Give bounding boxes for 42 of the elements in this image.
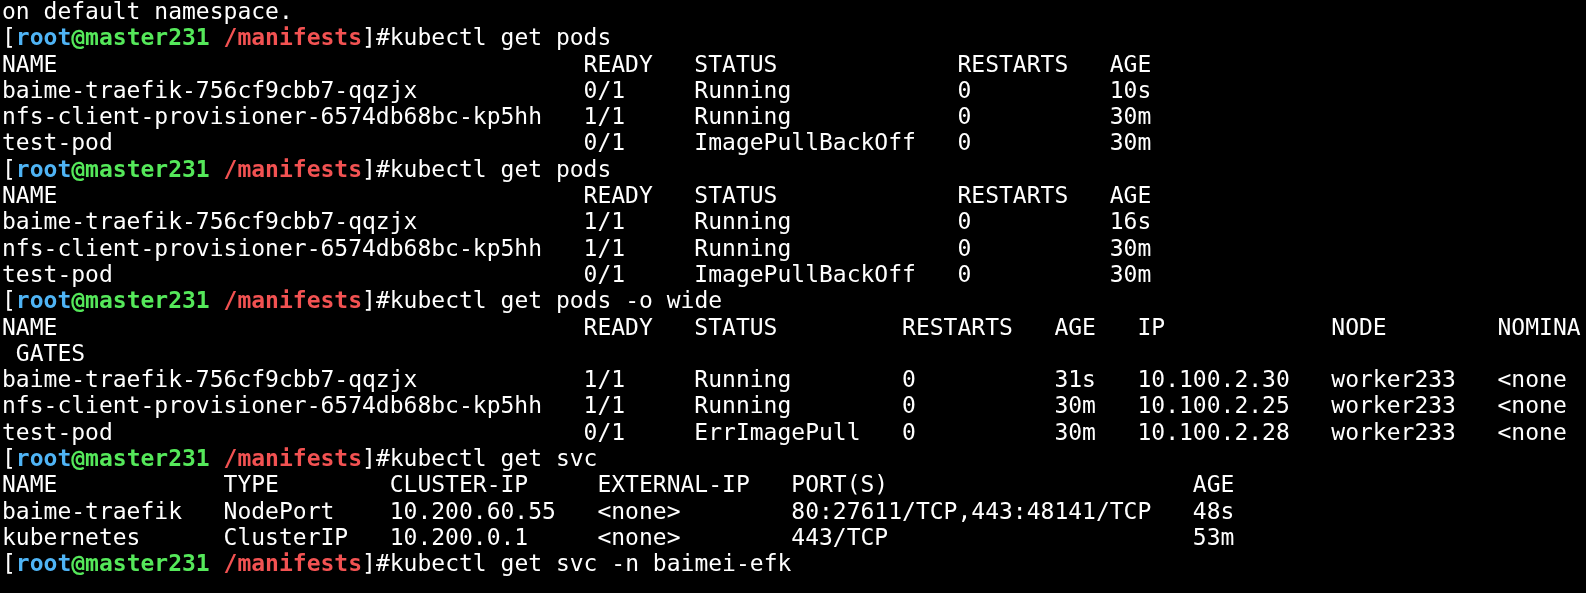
- prompt-text: /manifests: [222, 445, 363, 472]
- prompt-text: root: [15, 24, 72, 51]
- prompt-text: [: [2, 445, 16, 472]
- output-line: baime-traefik-756cf9cbb7-qqzjx 1/1 Running 0 31s 10.100.2.30 worker233 <none: [2, 366, 1567, 393]
- prompt-text: @master231: [71, 445, 210, 472]
- output-line: nfs-client-provisioner-6574db68bc-kp5hh 1/1 Running 0 30m 10.100.2.25 worker233 <none: [2, 392, 1567, 419]
- prompt-text: /manifests: [222, 24, 363, 51]
- prompt-text: [: [2, 155, 16, 183]
- prompt-text: @master231: [71, 550, 210, 577]
- prompt-text: root: [15, 287, 72, 314]
- prompt-text: [: [2, 550, 16, 577]
- prompt-text: [: [2, 24, 16, 51]
- prompt-text: @master231: [71, 287, 210, 314]
- prompt-text: root: [15, 155, 72, 183]
- prompt-text: ]#kubectl get pods: [362, 155, 612, 183]
- output-line: GATES: [14, 339, 86, 367]
- output-line: NAME READY STATUS RESTARTS AGE IP NODE NOMINA: [2, 313, 1581, 340]
- prompt-text: root: [15, 445, 72, 472]
- prompt-text: ]#kubectl get pods -o wide: [362, 287, 723, 314]
- output-line: nfs-client-provisioner-6574db68bc-kp5hh 1/1 Running 0 30m: [2, 103, 1152, 130]
- output-line: NAME TYPE CLUSTER-IP EXTERNAL-IP PORT(S) AGE: [2, 471, 1235, 498]
- output-line: baime-traefik-756cf9cbb7-qqzjx 0/1 Running 0 10s: [2, 76, 1152, 104]
- prompt-text: /manifests: [222, 155, 363, 183]
- prompt-text: @master231: [71, 24, 210, 51]
- output-line: kubernetes ClusterIP 10.200.0.1 <none> 443/TCP 53m: [2, 523, 1235, 551]
- output-line: test-pod 0/1 ImagePullBackOff 0 30m: [2, 260, 1152, 288]
- output-line: NAME READY STATUS RESTARTS AGE: [2, 50, 1152, 77]
- prompt-text: ]#kubectl get svc: [362, 445, 598, 472]
- prompt-text: root: [15, 550, 72, 577]
- prompt-text: @master231: [71, 155, 210, 183]
- prompt-text: /manifests: [222, 550, 363, 577]
- output-line: test-pod 0/1 ImagePullBackOff 0 30m: [2, 129, 1152, 156]
- prompt-text: ]#kubectl get pods: [362, 24, 612, 51]
- output-line: test-pod 0/1 ErrImagePull 0 30m 10.100.2.28 worker233 <none: [2, 418, 1567, 446]
- prompt-text: ]#kubectl get svc -n baimei-efk: [362, 550, 792, 577]
- output-line: on default namespace.: [2, 0, 293, 25]
- output-line: baime-traefik NodePort 10.200.60.55 <none> 80:27611/TCP,443:48141/TCP 48s: [2, 497, 1235, 524]
- output-line: NAME READY STATUS RESTARTS AGE: [2, 182, 1152, 209]
- prompt-text: [: [2, 287, 16, 314]
- prompt-text: /manifests: [222, 287, 363, 314]
- output-line: baime-traefik-756cf9cbb7-qqzjx 1/1 Running 0 16s: [2, 208, 1152, 235]
- output-line: nfs-client-provisioner-6574db68bc-kp5hh 1/1 Running 0 30m: [2, 234, 1152, 261]
